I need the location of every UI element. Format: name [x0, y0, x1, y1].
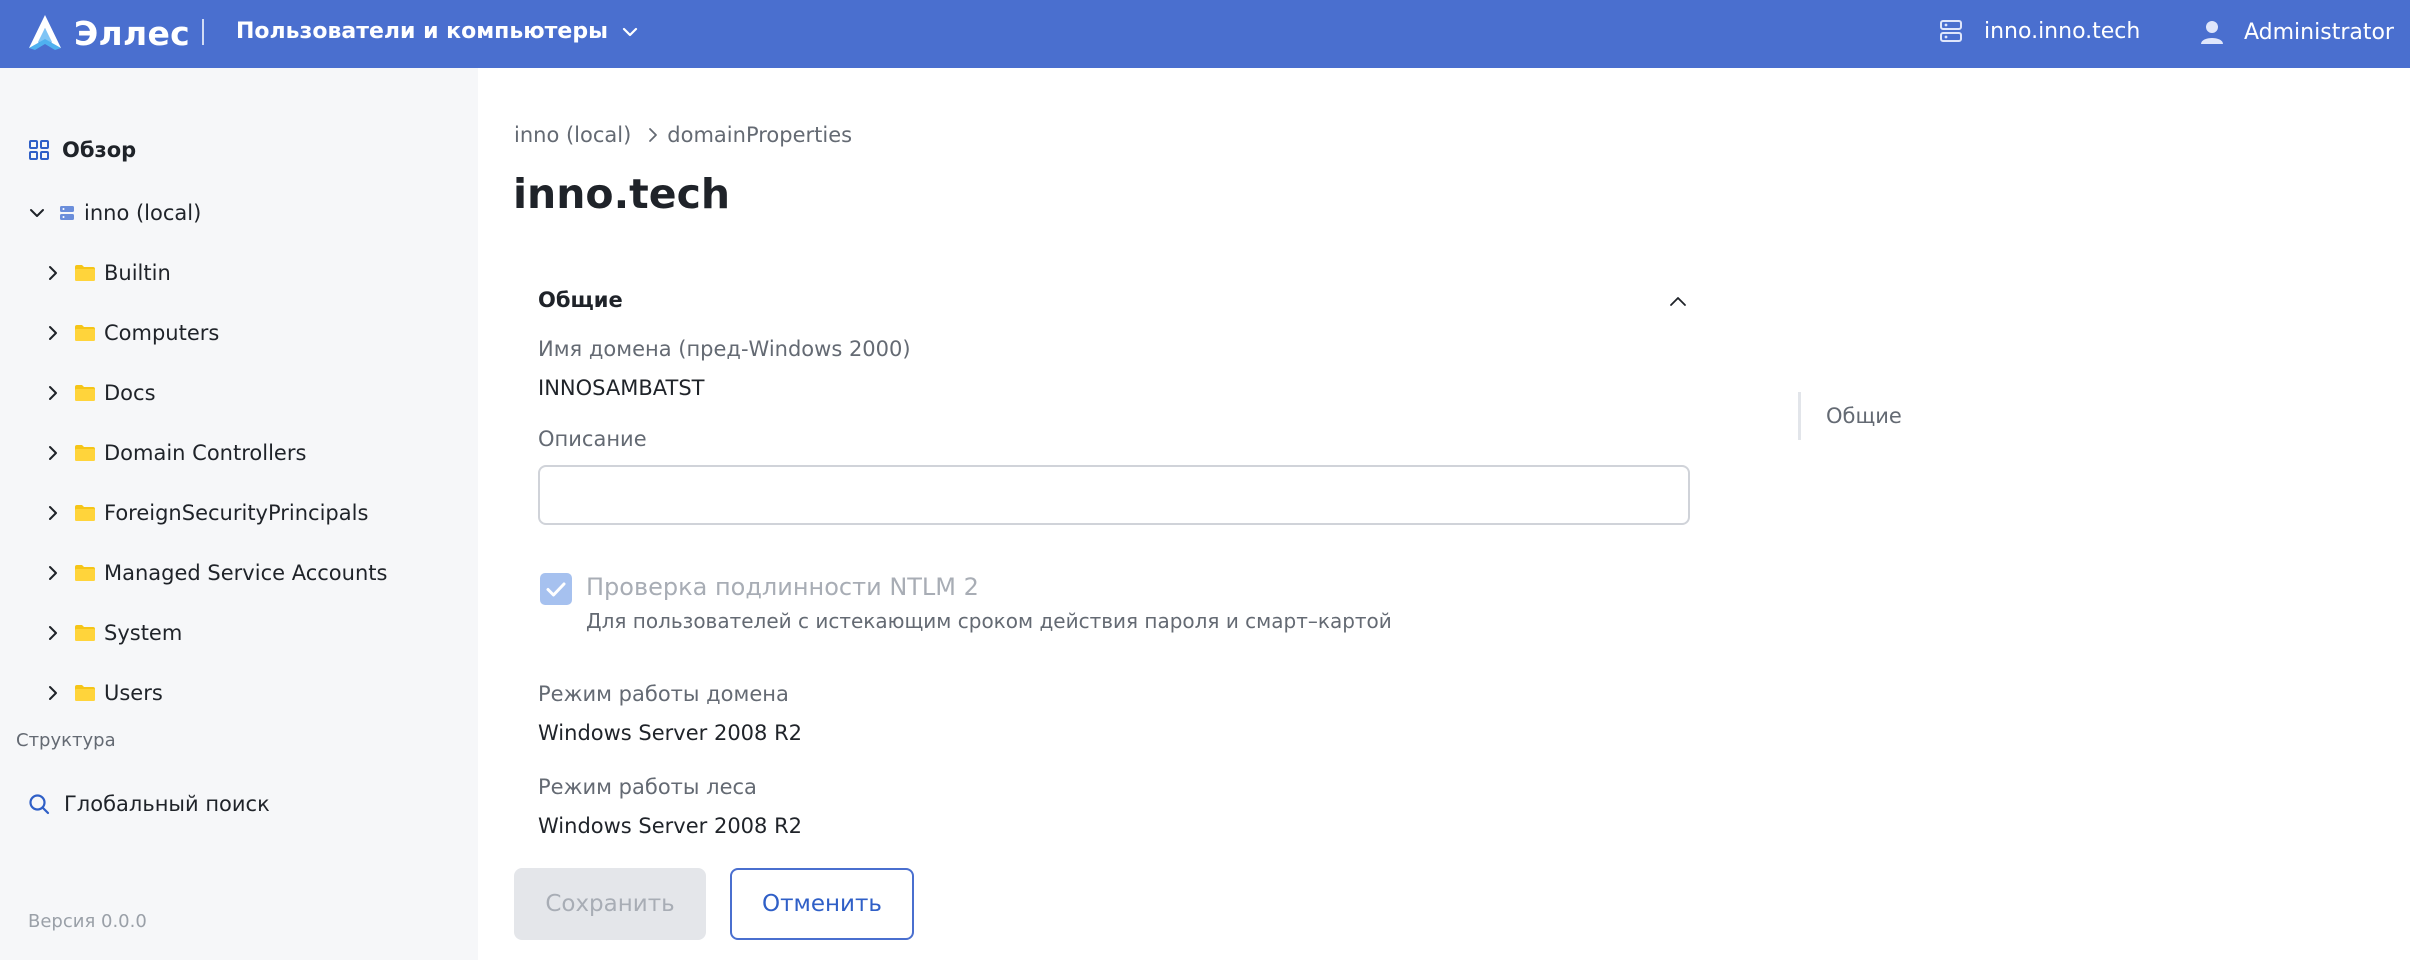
breadcrumb: inno (local) domainProperties [514, 123, 852, 147]
tree-item-label: System [104, 621, 183, 645]
folder-icon [75, 325, 95, 341]
chevron-right-icon[interactable] [44, 564, 62, 582]
chevron-right-icon[interactable] [44, 504, 62, 522]
folder-icon [75, 625, 95, 641]
section-general-header[interactable]: Общие [538, 288, 1690, 316]
cancel-button[interactable]: Отменить [730, 868, 914, 940]
description-label: Описание [538, 427, 647, 451]
page-title: inno.tech [513, 170, 731, 218]
tree-item-domain-controllers[interactable]: Domain Controllers [44, 441, 306, 465]
tree-item-label: ForeignSecurityPrincipals [104, 501, 369, 525]
search-icon [29, 794, 50, 815]
tree-item-label: Domain Controllers [104, 441, 307, 465]
chevron-up-icon[interactable] [1666, 290, 1690, 314]
folder-icon [75, 565, 95, 581]
chevron-right-icon[interactable] [44, 264, 62, 282]
chevron-right-icon[interactable] [44, 384, 62, 402]
app-switcher[interactable]: Пользователи и компьютеры [236, 19, 640, 44]
tree-item-foreign-security-principals[interactable]: ForeignSecurityPrincipals [44, 501, 368, 525]
tree-root-label: inno (local) [84, 201, 202, 225]
chevron-down-icon[interactable] [28, 204, 46, 222]
chevron-right-icon[interactable] [44, 444, 62, 462]
sidebar-item-label: Глобальный поиск [64, 792, 270, 816]
description-input[interactable] [538, 465, 1690, 525]
chevron-right-icon [649, 128, 658, 142]
header-user[interactable]: Administrator [2198, 18, 2394, 46]
domain-mode-label: Режим работы домена [538, 682, 789, 706]
sidebar-section-label: Структура [16, 730, 116, 751]
anchor-rail [1798, 392, 1801, 440]
chevron-right-icon[interactable] [44, 624, 62, 642]
tree-item-label: Users [104, 681, 163, 705]
section-title: Общие [538, 288, 623, 312]
brand-name: Эллес [74, 13, 191, 53]
tree-root-inno[interactable]: inno (local) [28, 201, 201, 225]
chevron-right-icon[interactable] [44, 684, 62, 702]
header-domain[interactable]: inno.inno.tech [1938, 18, 2140, 44]
tree-item-managed-service-accounts[interactable]: Managed Service Accounts [44, 561, 387, 585]
brand[interactable]: Эллес [24, 12, 190, 54]
app-switcher-label: Пользователи и компьютеры [236, 19, 608, 44]
folder-icon [75, 265, 95, 281]
breadcrumb-item-root[interactable]: inno (local) [514, 123, 631, 147]
breadcrumb-item-current: domainProperties [667, 123, 853, 147]
tree-item-builtin[interactable]: Builtin [44, 261, 171, 285]
user-icon [2201, 21, 2223, 44]
ntlm-checkbox[interactable] [540, 573, 572, 605]
top-header: Эллес Пользователи и компьютеры inno.inn… [0, 0, 2410, 68]
tree-item-system[interactable]: System [44, 621, 182, 645]
netbios-label: Имя домена (пред-Windows 2000) [538, 337, 911, 361]
elles-logo-icon [29, 15, 61, 50]
header-domain-label: inno.inno.tech [1984, 18, 2141, 44]
ntlm-checkbox-hint: Для пользователей с истекающим сроком де… [586, 609, 1392, 633]
header-user-label: Administrator [2244, 19, 2394, 45]
save-button[interactable]: Сохранить [514, 868, 706, 940]
tree-item-label: Managed Service Accounts [104, 561, 388, 585]
folder-icon [75, 505, 95, 521]
netbios-value: INNOSAMBATST [538, 376, 705, 400]
sidebar-item-global-search[interactable]: Глобальный поиск [28, 792, 270, 816]
server-icon [60, 206, 74, 220]
folder-icon [75, 445, 95, 461]
tree-item-users[interactable]: Users [44, 681, 163, 705]
header-divider [202, 19, 204, 45]
app-version: Версия 0.0.0 [28, 911, 147, 932]
domain-mode-value: Windows Server 2008 R2 [538, 721, 803, 745]
chevron-right-icon[interactable] [44, 324, 62, 342]
tree-item-label: Docs [104, 381, 156, 405]
sidebar-item-label: Обзор [62, 138, 137, 162]
tree-item-computers[interactable]: Computers [44, 321, 219, 345]
check-icon [546, 582, 566, 597]
folder-icon [75, 685, 95, 701]
forest-mode-label: Режим работы леса [538, 775, 757, 799]
forest-mode-value: Windows Server 2008 R2 [538, 814, 803, 838]
tree-item-docs[interactable]: Docs [44, 381, 156, 405]
grid-icon [29, 140, 49, 160]
anchor-link-general[interactable]: Общие [1826, 404, 1902, 428]
sidebar-item-overview[interactable]: Обзор [28, 138, 136, 162]
folder-icon [75, 385, 95, 401]
sidebar: Обзор inno (local) Builtin Computers Doc… [0, 68, 478, 960]
tree-item-label: Builtin [104, 261, 171, 285]
server-icon [1940, 20, 1962, 42]
ntlm-checkbox-label: Проверка подлинности NTLM 2 [586, 573, 979, 601]
chevron-down-icon [622, 27, 638, 36]
tree-item-label: Computers [104, 321, 220, 345]
